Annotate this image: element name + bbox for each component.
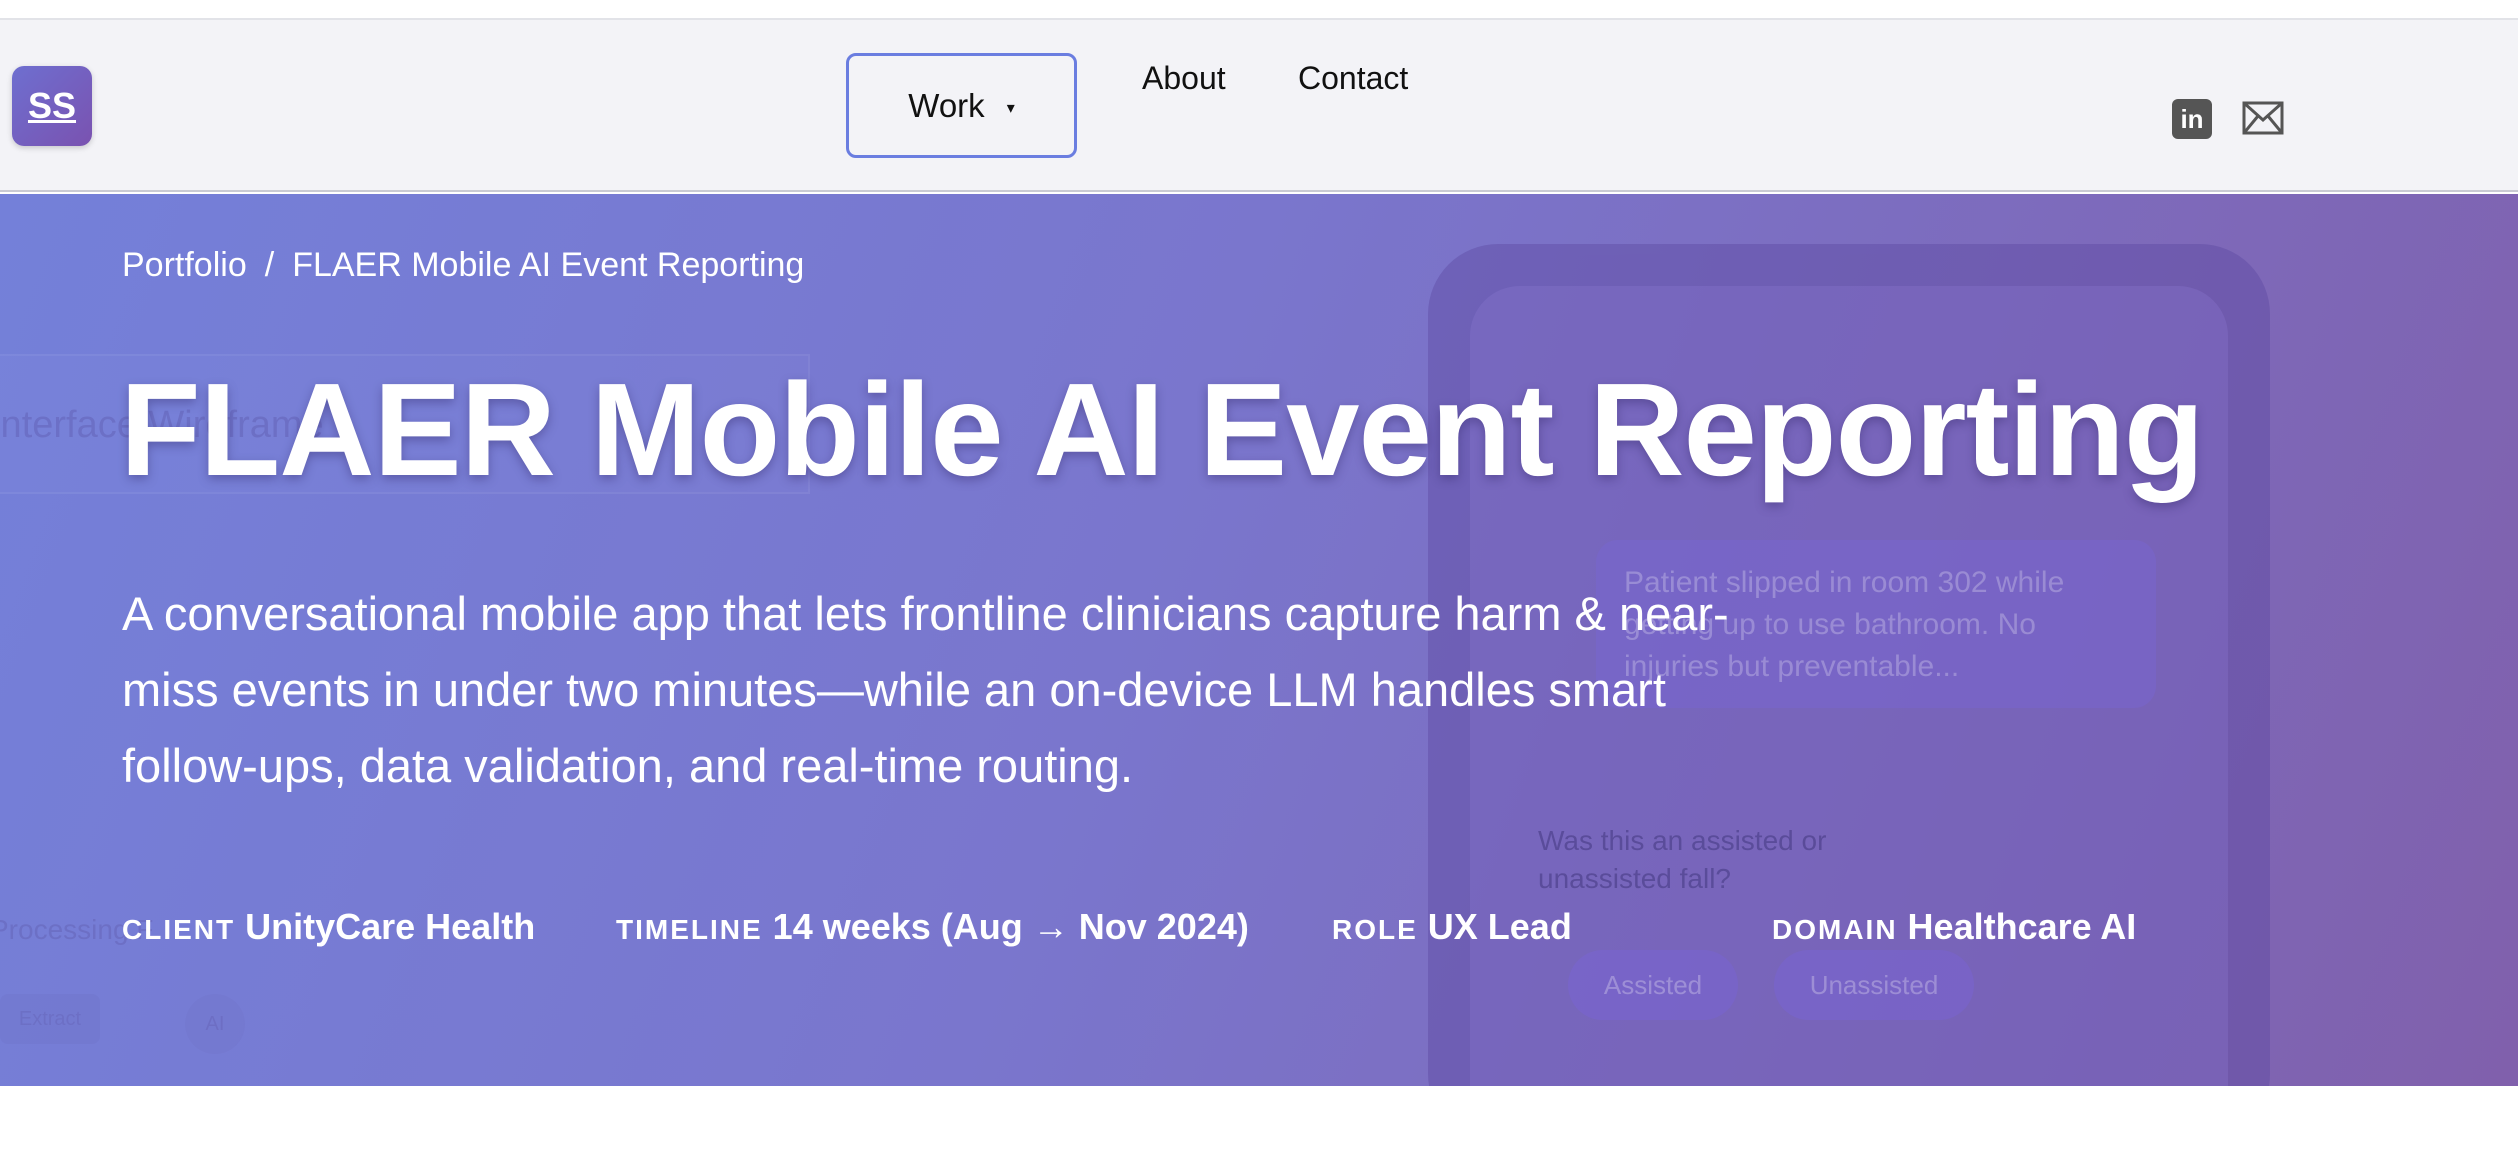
mail-icon[interactable] (2242, 101, 2284, 135)
work-dropdown-button[interactable]: Work ▾ (846, 53, 1077, 158)
meta-role: ROLE UX Lead (1332, 906, 1572, 948)
breadcrumb-current: FLAER Mobile AI Event Reporting (292, 246, 805, 284)
meta-domain-key: DOMAIN (1772, 914, 1898, 945)
meta-timeline-value: 14 weeks (Aug → Nov 2024) (772, 906, 1249, 947)
nav-about-link[interactable]: About (1142, 56, 1226, 101)
meta-domain: DOMAIN Healthcare AI (1772, 906, 2136, 948)
meta-role-key: ROLE (1332, 914, 1418, 945)
meta-timeline: TIMELINE 14 weeks (Aug → Nov 2024) (616, 906, 1249, 948)
linkedin-icon[interactable]: in (2172, 99, 2212, 139)
page-title: FLAER Mobile AI Event Reporting (120, 356, 2204, 503)
nav-contact-link[interactable]: Contact (1298, 56, 1408, 101)
meta-client-key: CLIENT (122, 914, 236, 945)
breadcrumb-separator: / (264, 246, 275, 284)
meta-client-value: UnityCare Health (245, 906, 536, 947)
meta-timeline-key: TIMELINE (616, 914, 763, 945)
chat-question: Was this an assisted or unassisted fall? (1538, 825, 1827, 894)
work-label: Work (908, 86, 985, 124)
wireframe-ai-node: AI (185, 994, 245, 1054)
chevron-down-icon: ▾ (1006, 99, 1015, 117)
meta-role-value: UX Lead (1427, 906, 1572, 947)
option-unassisted: Unassisted (1774, 950, 1974, 1020)
meta-domain-value: Healthcare AI (1907, 906, 2137, 947)
wireframe-extract-node: Extract (0, 994, 100, 1044)
option-assisted: Assisted (1568, 950, 1738, 1020)
hero-subtitle: A conversational mobile app that lets fr… (122, 587, 1729, 792)
logo[interactable]: SS (12, 66, 92, 146)
meta-client: CLIENT UnityCare Health (122, 906, 535, 948)
breadcrumb: Portfolio / FLAER Mobile AI Event Report… (122, 246, 804, 285)
breadcrumb-portfolio-link[interactable]: Portfolio (122, 246, 247, 285)
top-strip (0, 0, 2518, 20)
navbar: SS Work ▾ About Contact in (0, 20, 2518, 192)
hero-section: Interface Wireframe Processing F Extract… (0, 194, 2518, 1086)
